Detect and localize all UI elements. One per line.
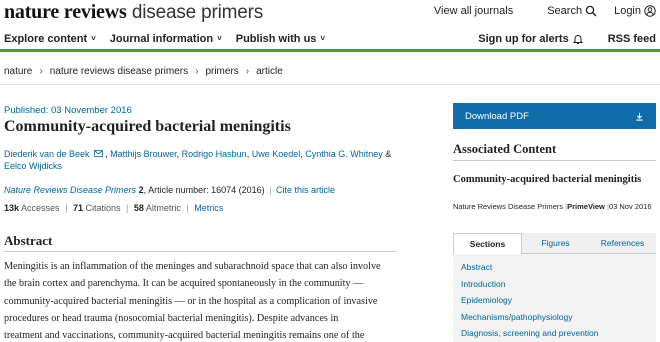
nav-explore-content[interactable]: Explore content ˅: [4, 33, 96, 45]
tab-sections[interactable]: Sections: [453, 233, 522, 254]
download-pdf-button[interactable]: Download PDF: [453, 103, 656, 129]
breadcrumb-item-nature[interactable]: nature: [4, 66, 32, 77]
author-ampersand: &: [385, 149, 392, 159]
accesses-count: 13k: [4, 203, 20, 213]
associated-article-link[interactable]: Community-acquired bacterial meningitis: [453, 174, 656, 185]
site-logo[interactable]: nature reviews disease primers: [4, 1, 263, 24]
author-link[interactable]: Rodrigo Hasbun: [182, 149, 247, 159]
abstract-line: community-acquired bacterial meningitis …: [4, 295, 378, 307]
alerts-label: Sign up for alerts: [478, 33, 569, 45]
author-link[interactable]: Diederik van de Beek: [4, 149, 90, 159]
nav-publish-with-us[interactable]: Publish with us ˅: [236, 33, 325, 45]
abstract-divider: [4, 251, 396, 252]
abstract-line: the brain cortex and parenchyma. It can …: [4, 278, 364, 290]
view-all-journals-link[interactable]: View all journals: [434, 5, 513, 17]
tab-figures[interactable]: Figures: [522, 233, 589, 254]
toc-item-introduction[interactable]: Introduction: [461, 279, 656, 296]
top-links: View all journals Search Login: [434, 5, 656, 17]
article-number: , Article number: 16074 (2016): [143, 185, 265, 195]
author-link[interactable]: Uwe Koedel: [252, 149, 301, 159]
nav-journal-label: Journal information: [109, 33, 214, 45]
citation-line: Nature Reviews Disease Primers 2, Articl…: [4, 185, 336, 195]
nav-actions: Sign up for alerts RSS feed: [478, 33, 656, 45]
toc-item-epidemiology[interactable]: Epidemiology: [461, 295, 656, 312]
download-pdf-label: Download PDF: [465, 110, 529, 122]
download-icon: [636, 112, 643, 121]
user-icon: [644, 5, 656, 17]
nav-journal-information[interactable]: Journal information ˅: [110, 33, 222, 45]
altmetric-count: 58: [133, 203, 144, 213]
abstract-line: procedures or head trauma (nosocomial ba…: [4, 312, 339, 324]
breadcrumb: nature › nature reviews disease primers …: [4, 66, 283, 77]
search-label: Search: [547, 5, 583, 17]
accesses-label: Accesses: [21, 203, 60, 213]
search-icon: [585, 5, 597, 17]
toc-item-diagnosis[interactable]: Diagnosis, screening and prevention: [461, 328, 656, 342]
assoc-date: 03 Nov 2016: [608, 202, 652, 211]
top-bar: nature reviews disease primers View all …: [0, 0, 660, 26]
login-label: Login: [614, 5, 641, 17]
article-title: Community-acquired bacterial meningitis: [4, 118, 291, 135]
breadcrumb-item-article: article: [256, 66, 283, 77]
nav-explore-label: Explore content: [4, 33, 88, 45]
journal-name-link[interactable]: Nature Reviews Disease Primers: [4, 185, 136, 195]
metrics-link[interactable]: Metrics: [194, 203, 223, 213]
assoc-journal: Nature Reviews Disease Primers: [453, 202, 564, 211]
rss-label: RSS feed: [607, 33, 656, 45]
associated-divider: [453, 160, 656, 161]
sections-list: Abstract Introduction Epidemiology Mecha…: [453, 254, 656, 342]
altmetric-label: Altmetric: [145, 203, 181, 213]
assoc-type: PrimeView: [567, 202, 605, 211]
chevron-down-icon: ˅: [217, 33, 222, 43]
tab-references[interactable]: References: [589, 233, 656, 254]
author-link[interactable]: Cynthia G. Whitney: [305, 149, 383, 159]
nav-menu: Explore content ˅ Journal information ˅ Pu…: [4, 33, 339, 45]
chevron-right-icon: ›: [39, 66, 43, 77]
author-list: Diederik van de Beek , Matthijs Brouwer,…: [4, 149, 392, 171]
abstract-line: treatment and vaccinations, community-ac…: [4, 330, 365, 342]
author-link[interactable]: Matthijs Brouwer: [110, 149, 177, 159]
toc-item-abstract[interactable]: Abstract: [461, 262, 656, 279]
chevron-right-icon: ›: [245, 66, 250, 77]
nav-publish-label: Publish with us: [235, 33, 317, 45]
abstract-line: Meningitis is an inflammation of the men…: [4, 261, 381, 272]
brand-bold: nature reviews: [4, 1, 127, 23]
breadcrumb-item-primers[interactable]: primers: [205, 66, 238, 77]
abstract-heading: Abstract: [4, 233, 53, 248]
cite-this-article-link[interactable]: Cite this article: [276, 185, 335, 195]
author-link[interactable]: Eelco Wijdicks: [4, 161, 62, 171]
rss-feed-link[interactable]: RSS feed: [608, 33, 656, 45]
published-date: Published: 03 November 2016: [4, 105, 132, 116]
citations-count: 71: [72, 203, 83, 213]
toc-item-mechanisms[interactable]: Mechanisms/pathophysiology: [461, 312, 656, 329]
search-link[interactable]: Search: [547, 5, 597, 17]
chevron-down-icon: ˅: [91, 33, 96, 43]
chevron-right-icon: ›: [195, 66, 199, 77]
email-icon[interactable]: [94, 150, 103, 157]
citations-label: Citations: [85, 203, 121, 213]
associated-meta: Nature Reviews Disease Primers |PrimeVie…: [453, 202, 652, 211]
sign-up-alerts-link[interactable]: Sign up for alerts: [478, 33, 583, 45]
chevron-down-icon: ˅: [320, 33, 326, 43]
brand-light: disease primers: [131, 2, 264, 23]
sidebar-tabs: Sections Figures References: [453, 233, 656, 254]
main-nav: Explore content ˅ Journal information ˅ Pu…: [0, 28, 660, 52]
article-metrics: 13k Accesses | 71 Citations | 58 Altmetr…: [4, 203, 224, 213]
abstract-body: Meningitis is an inflammation of the men…: [4, 258, 402, 342]
breadcrumb-item-journal[interactable]: nature reviews disease primers: [50, 66, 188, 77]
breadcrumb-divider: [0, 84, 660, 85]
bell-icon: [572, 35, 583, 44]
associated-content-heading: Associated Content: [453, 142, 557, 156]
login-link[interactable]: Login: [614, 5, 656, 17]
view-all-journals-label: View all journals: [433, 5, 514, 17]
